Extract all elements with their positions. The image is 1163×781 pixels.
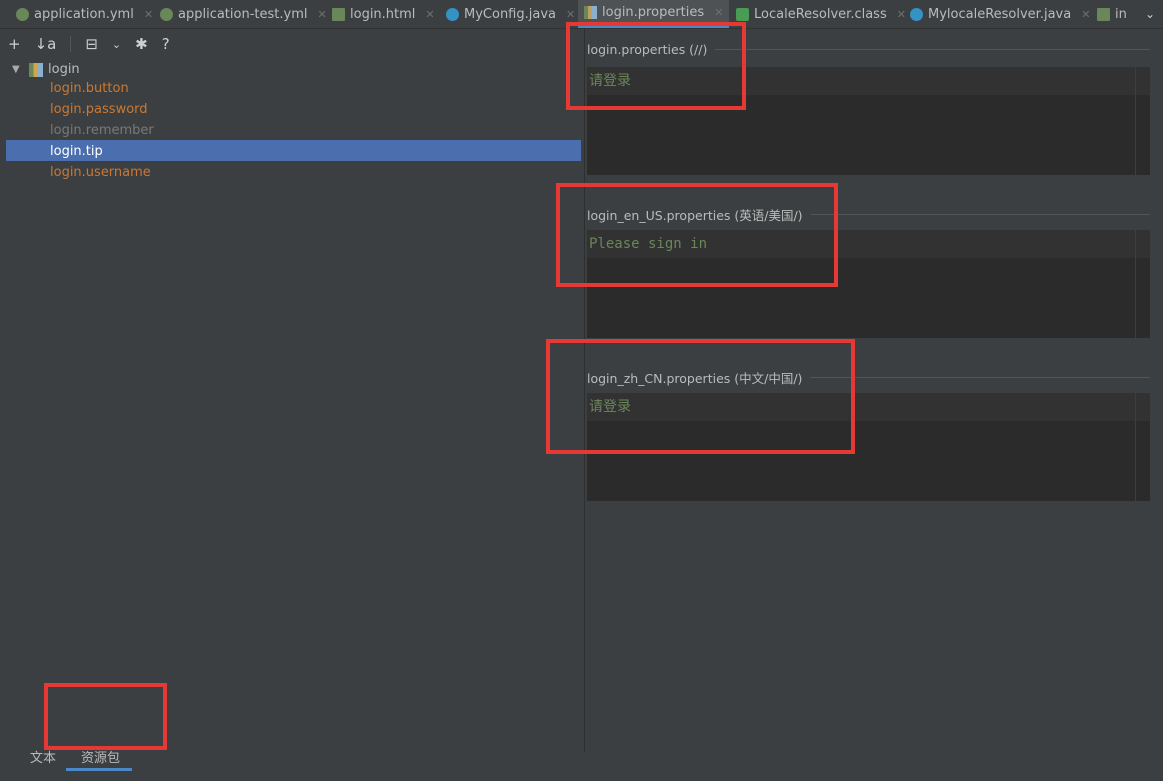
class-icon	[736, 7, 749, 21]
close-icon[interactable]: ✕	[425, 8, 434, 21]
java-class-icon	[446, 7, 459, 21]
add-icon[interactable]: +	[8, 35, 21, 53]
yaml-icon	[16, 7, 29, 21]
resource-bundle-tree-panel: + ↓a ⊟ ⌄ ✱ ? ▼ login login.button login.…	[0, 29, 585, 771]
tab-application-yml[interactable]: application.yml ✕	[16, 0, 153, 28]
tab-overflow-chevron-icon[interactable]: ⌄	[1145, 0, 1155, 28]
toolbar-separator	[70, 36, 72, 52]
annotation-box-en-us	[556, 183, 838, 287]
tab-label: application-test.yml	[178, 6, 308, 22]
chevron-down-icon[interactable]: ▼	[12, 59, 24, 80]
tab-login-html[interactable]: login.html ✕	[332, 0, 435, 28]
close-icon[interactable]: ✕	[144, 8, 153, 21]
tree-item-login-button[interactable]: login.button	[50, 78, 129, 99]
tab-label: login.html	[350, 6, 416, 22]
tree-root-login[interactable]: ▼ login	[12, 59, 80, 80]
right-margin-line	[1135, 230, 1136, 338]
tab-label: MyConfig.java	[464, 6, 556, 22]
tree-root-label: login	[48, 62, 80, 77]
active-tab-indicator	[66, 768, 132, 771]
tab-label: application.yml	[34, 6, 134, 22]
annotation-box-default	[566, 22, 746, 110]
tab-label: in	[1115, 6, 1127, 22]
close-icon[interactable]: ✕	[566, 8, 575, 21]
close-icon[interactable]: ✕	[317, 8, 326, 21]
right-margin-line	[1135, 393, 1136, 501]
tab-mylocaleresolver-java[interactable]: MylocaleResolver.java ✕	[910, 0, 1090, 28]
divider-line	[810, 214, 1150, 215]
annotation-box-resource-bundle-tab	[44, 683, 167, 750]
java-class-icon	[910, 7, 923, 21]
tree-item-login-username[interactable]: login.username	[50, 162, 151, 183]
sort-alphabetically-icon[interactable]: ↓a	[35, 35, 57, 53]
annotation-box-zh-cn	[546, 339, 855, 454]
tree-toolbar: + ↓a ⊟ ⌄ ✱ ?	[8, 34, 170, 54]
tab-label: LocaleResolver.class	[754, 6, 887, 22]
close-icon[interactable]: ✕	[714, 6, 723, 19]
properties-icon	[584, 6, 597, 19]
divider-line	[810, 377, 1150, 378]
right-margin-line	[1135, 67, 1136, 175]
tree-item-login-remember[interactable]: login.remember	[50, 120, 154, 141]
tree-item-login-password[interactable]: login.password	[50, 99, 148, 120]
tree-item-login-tip[interactable]: login.tip	[50, 141, 103, 162]
settings-gear-icon[interactable]: ✱	[135, 35, 148, 53]
close-icon[interactable]: ✕	[897, 8, 906, 21]
tab-label: MylocaleResolver.java	[928, 6, 1072, 22]
tab-application-test-yml[interactable]: application-test.yml ✕	[160, 0, 327, 28]
tab-myconfig-java[interactable]: MyConfig.java ✕	[446, 0, 575, 28]
html-icon	[332, 7, 345, 21]
close-icon[interactable]: ✕	[1081, 8, 1090, 21]
group-icon[interactable]: ⊟	[85, 35, 98, 53]
html-icon	[1097, 7, 1110, 21]
tab-localeresolver-class[interactable]: LocaleResolver.class ✕	[736, 0, 906, 28]
tab-label: login.properties	[602, 5, 705, 20]
dropdown-icon[interactable]: ⌄	[112, 38, 121, 51]
tab-truncated[interactable]: in	[1097, 0, 1127, 28]
properties-bundle-icon	[29, 62, 43, 77]
yaml-icon	[160, 7, 173, 21]
divider-line	[715, 49, 1150, 50]
help-icon[interactable]: ?	[162, 35, 170, 53]
